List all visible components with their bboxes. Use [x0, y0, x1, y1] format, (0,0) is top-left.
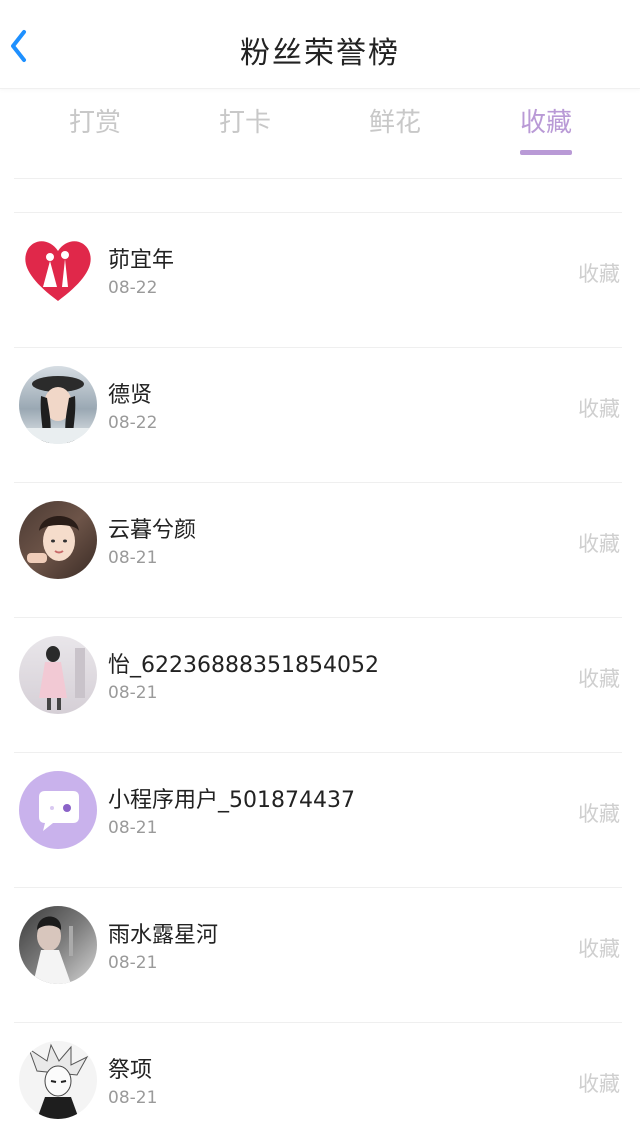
- avatar: [19, 231, 97, 309]
- fan-name: 云暮兮颜: [108, 518, 197, 543]
- fan-date: 08-21: [108, 1088, 158, 1108]
- list-item[interactable]: 小程序用户_501874437 08-21 收藏: [0, 752, 640, 887]
- favorite-label: 收藏: [578, 667, 620, 691]
- list-item[interactable]: 德贤 08-22 收藏: [0, 347, 640, 482]
- favorite-label: 收藏: [578, 397, 620, 421]
- list-item[interactable]: 祭项 08-21 收藏: [0, 1022, 640, 1138]
- favorite-label: 收藏: [578, 802, 620, 826]
- avatar: [19, 1041, 97, 1119]
- page-title: 粉丝荣誉榜: [240, 36, 400, 71]
- fan-date: 08-21: [108, 953, 158, 973]
- tab-checkin[interactable]: 打卡: [170, 102, 320, 156]
- avatar: [19, 636, 97, 714]
- favorite-label: 收藏: [578, 937, 620, 961]
- fan-name: 祭项: [108, 1058, 153, 1083]
- divider: [14, 212, 622, 213]
- avatar: [19, 771, 97, 849]
- fan-name: 德贤: [108, 383, 153, 408]
- heart-couple-icon: [25, 241, 91, 301]
- list-item[interactable]: 雨水露星河 08-21 收藏: [0, 887, 640, 1022]
- favorite-label: 收藏: [578, 1072, 620, 1096]
- tab-favorites[interactable]: 收藏: [471, 102, 621, 156]
- active-tab-indicator: [520, 150, 572, 155]
- fan-date: 08-21: [108, 683, 158, 703]
- fan-name: 茆宜年: [108, 248, 175, 273]
- favorite-label: 收藏: [578, 532, 620, 556]
- user-photo-icon: [28, 1043, 89, 1119]
- divider: [14, 752, 622, 753]
- fan-date: 08-21: [108, 818, 158, 838]
- list-item[interactable]: 怡_6223688835185405​2 08-21 收藏: [0, 617, 640, 752]
- tab-label: 打卡: [218, 108, 271, 138]
- tab-flowers[interactable]: 鲜花: [320, 102, 470, 156]
- fan-name: 小程序用户_501874437: [108, 788, 355, 813]
- fan-date: 08-21: [108, 548, 158, 568]
- fan-date: 08-22: [108, 278, 158, 298]
- header-bar: 粉丝荣誉榜: [0, 0, 640, 89]
- avatar: [19, 906, 97, 984]
- fan-date: 08-22: [108, 413, 158, 433]
- tab-tip[interactable]: 打赏: [20, 102, 170, 156]
- user-photo-icon: [19, 376, 97, 444]
- fan-name: 雨水露星河: [108, 923, 219, 948]
- list-item[interactable]: 云暮兮颜 08-21 收藏: [0, 482, 640, 617]
- divider: [14, 482, 622, 483]
- user-photo-icon: [27, 516, 79, 563]
- divider: [14, 887, 622, 888]
- divider: [14, 178, 622, 179]
- avatar: [19, 501, 97, 579]
- fan-name: 怡_6223688835185405​2: [108, 653, 379, 678]
- chat-bubble-icon: [39, 791, 79, 831]
- divider: [14, 347, 622, 348]
- tab-label: 鲜花: [368, 108, 421, 138]
- favorite-label: 收藏: [578, 262, 620, 286]
- list-item[interactable]: 茆宜年 08-22 收藏: [0, 212, 640, 347]
- user-photo-icon: [33, 916, 73, 984]
- user-photo-icon: [39, 646, 85, 710]
- tab-label: 收藏: [519, 108, 572, 138]
- page: 粉丝荣誉榜 打赏 打卡 鲜花 收藏 茆宜年 08-22 收藏 德贤 08-22 …: [0, 0, 640, 1138]
- divider: [14, 617, 622, 618]
- avatar: [19, 366, 97, 444]
- tab-label: 打赏: [68, 108, 121, 138]
- divider: [14, 1022, 622, 1023]
- tab-bar: 打赏 打卡 鲜花 收藏: [0, 96, 640, 164]
